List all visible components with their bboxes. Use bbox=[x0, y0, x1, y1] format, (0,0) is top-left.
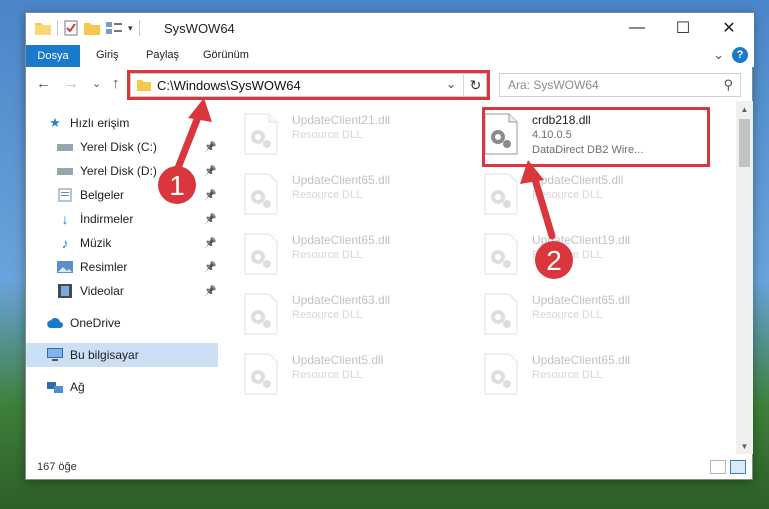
step-badge-1-label: 1 bbox=[169, 170, 185, 201]
step-badge-1: 1 bbox=[158, 166, 196, 204]
step-badge-2: 2 bbox=[535, 241, 573, 279]
callout-overlay: 1 2 bbox=[158, 98, 573, 279]
step-badge-2-label: 2 bbox=[546, 245, 562, 276]
callout-arrow-1 bbox=[174, 98, 212, 172]
callout-arrow-2 bbox=[520, 160, 556, 240]
